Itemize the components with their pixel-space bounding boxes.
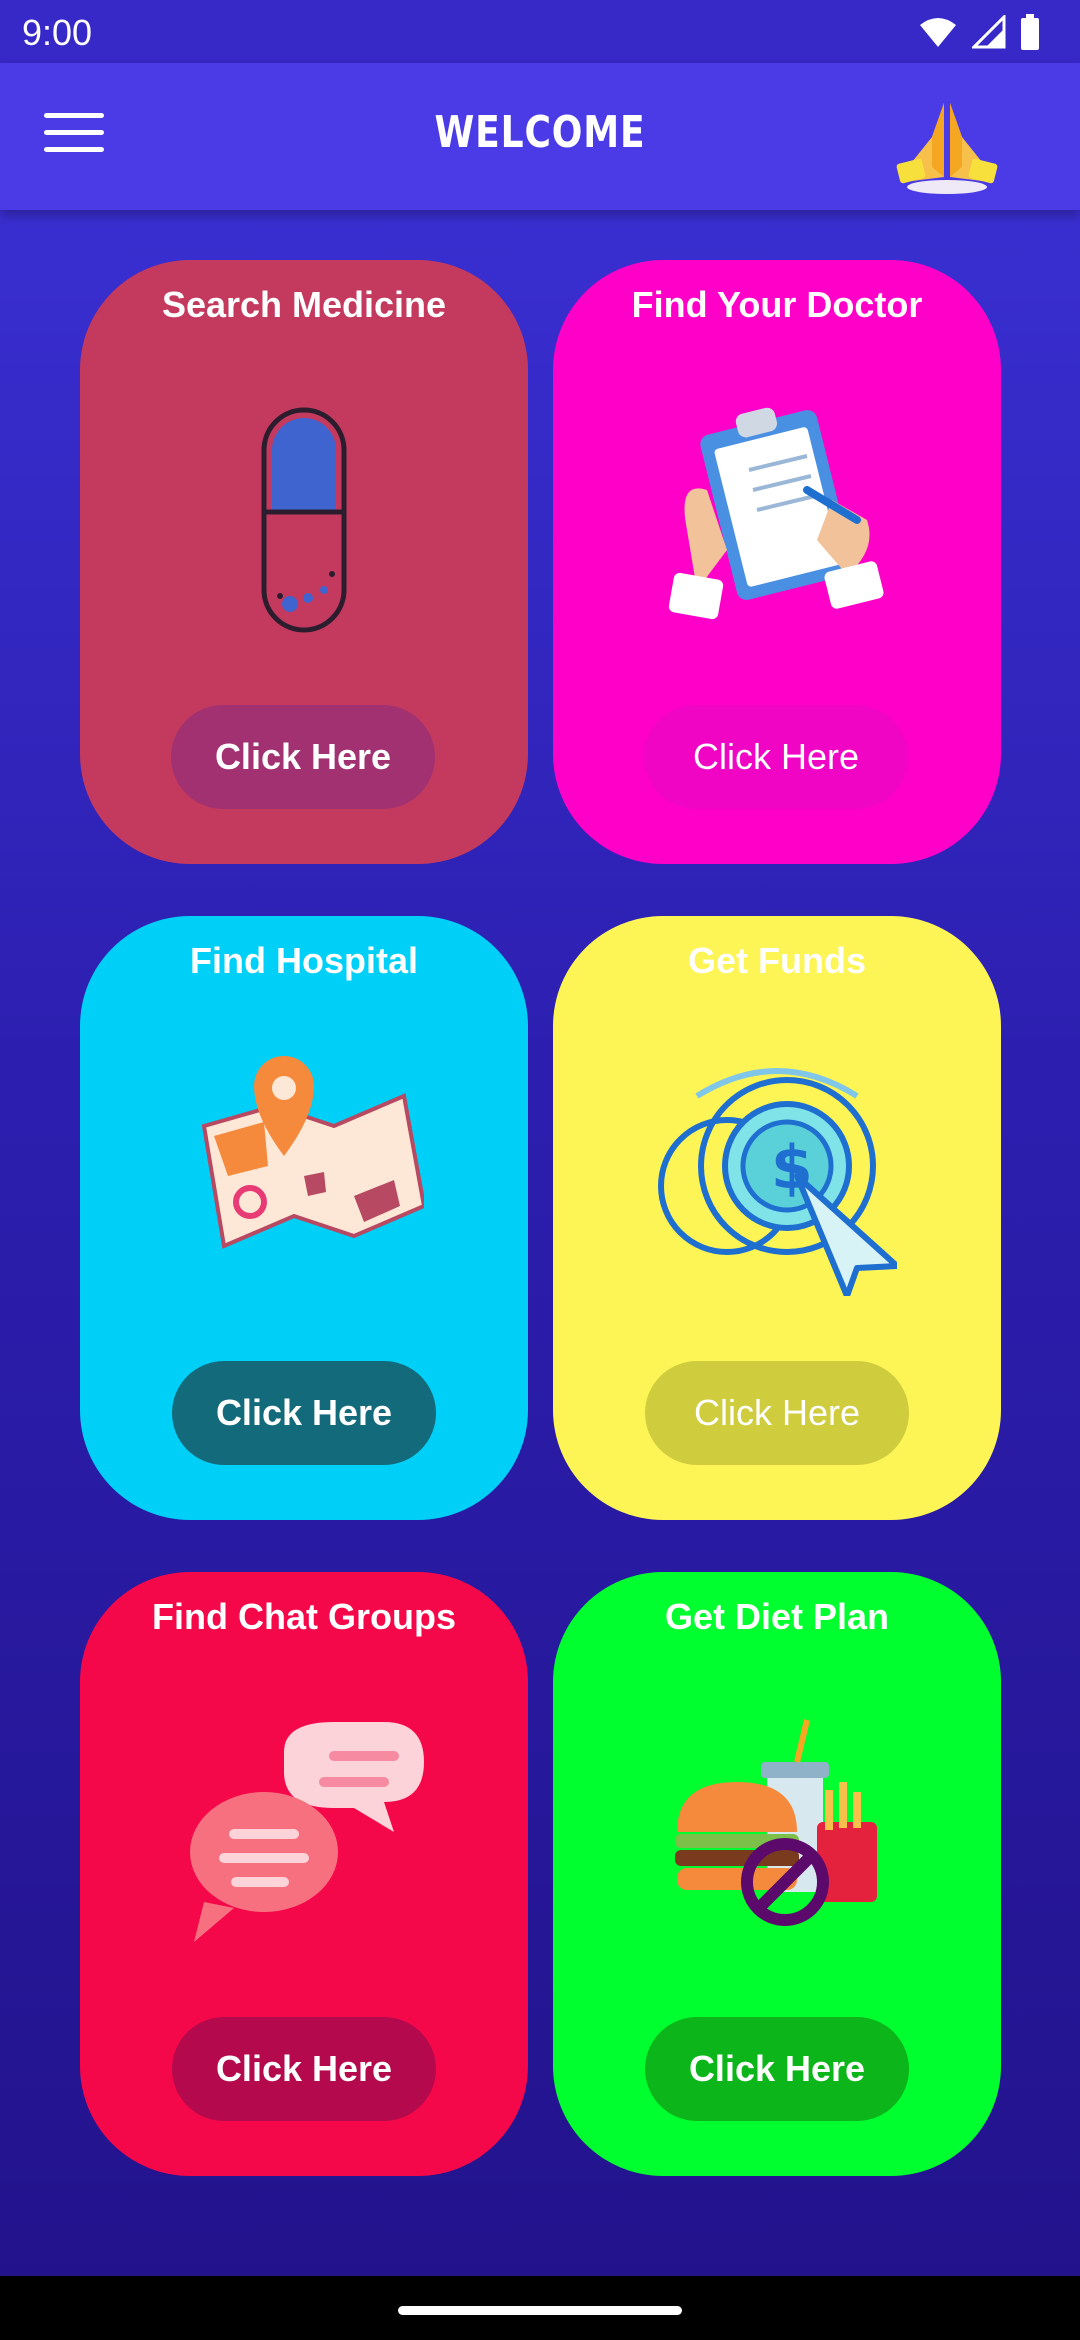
status-bar: 9:00 [0,0,1080,63]
status-time: 9:00 [22,12,93,53]
chat-bubbles-icon [190,1722,424,1942]
dollar-coin-click-icon: $ [658,1068,897,1296]
capsule-icon [261,407,347,633]
find-chat-groups-button[interactable]: Click Here [172,2017,436,2121]
praying-hands-icon[interactable] [892,97,1002,197]
search-medicine-button[interactable]: Click Here [171,705,435,809]
get-funds-card[interactable]: Get Funds $ Click Here [553,916,1001,1520]
signal-icon [972,15,1006,49]
find-hospital-button[interactable]: Click Here [172,1361,436,1465]
app-bar: WELCOME [0,63,1080,210]
card-title: Find Your Doctor [631,284,923,325]
card-title: Find Chat Groups [152,1596,456,1637]
card-title: Get Funds [688,940,866,981]
card-title: Search Medicine [161,284,447,325]
home-gesture-handle[interactable] [398,2306,682,2315]
get-diet-plan-button[interactable]: Click Here [645,2017,909,2121]
find-doctor-button[interactable]: Click Here [644,705,908,809]
map-location-icon [201,1056,424,1249]
find-hospital-card[interactable]: Find Hospital Click Here [80,916,528,1520]
card-title: Find Hospital [190,940,418,981]
card-title: Get Diet Plan [664,1596,890,1637]
menu-icon[interactable] [44,113,104,159]
find-doctor-card[interactable]: Find Your Doctor Click Here [553,260,1001,864]
find-chat-groups-card[interactable]: Find Chat Groups Click Here [80,1572,528,2176]
page-title: WELCOME [434,107,646,158]
wifi-icon [920,18,956,47]
no-junk-food-icon [675,1719,877,1926]
status-icons [918,14,1040,50]
search-medicine-card[interactable]: Search Medicine Click Here [80,260,528,864]
get-funds-button[interactable]: Click Here [645,1361,909,1465]
battery-icon [1021,14,1039,50]
get-diet-plan-card[interactable]: Get Diet Plan Click Here [553,1572,1001,2176]
clipboard-prescription-icon [668,407,884,620]
